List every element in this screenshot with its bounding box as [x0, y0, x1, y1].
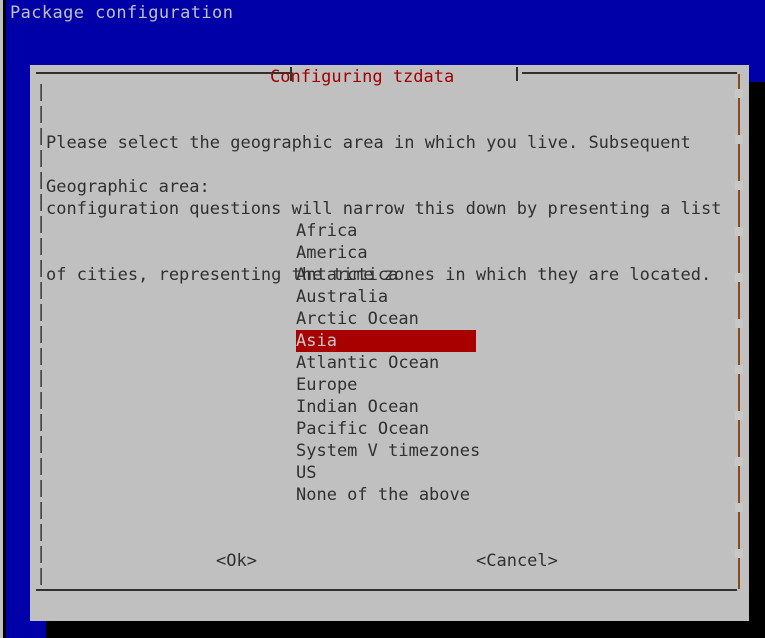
- frame-tick-right: [516, 67, 518, 81]
- frame-bottom-rule: [36, 589, 737, 591]
- menu-item-system-v-timezones[interactable]: System V timezones: [296, 440, 480, 462]
- frame-top-right-rule: [522, 72, 737, 74]
- menu-item-atlantic-ocean[interactable]: Atlantic Ocean: [296, 352, 476, 374]
- frame-top-left-rule: [36, 72, 290, 74]
- ok-button[interactable]: <Ok>: [216, 550, 257, 572]
- rail-notch: [735, 181, 743, 190]
- terminal-left-dark-edge: [3, 0, 6, 638]
- geographic-area-label: Geographic area:: [46, 177, 210, 197]
- backtitle: Package configuration: [10, 3, 234, 23]
- rail-notch: [735, 227, 743, 236]
- rail-notch: [735, 89, 743, 98]
- menu-item-europe[interactable]: Europe: [296, 374, 476, 396]
- rail-notch: [735, 503, 743, 512]
- rail-notch: [735, 273, 743, 282]
- prompt-line: configuration questions will narrow this…: [46, 199, 722, 219]
- rail-notch: [735, 411, 743, 420]
- cancel-button[interactable]: <Cancel>: [476, 550, 558, 572]
- rail-notch: [735, 365, 743, 374]
- menu-item-pacific-ocean[interactable]: Pacific Ocean: [296, 418, 476, 440]
- menu-item-asia[interactable]: Asia: [296, 330, 476, 352]
- menu-item-antarctica[interactable]: Antarctica: [296, 264, 476, 286]
- geographic-area-menu[interactable]: Africa America Antarctica Australia Arct…: [296, 220, 480, 506]
- menu-item-australia[interactable]: Australia: [296, 286, 476, 308]
- terminal-screen: Package configuration | | | | | | | | | …: [0, 0, 765, 638]
- rail-notch: [735, 135, 743, 144]
- menu-item-africa[interactable]: Africa: [296, 220, 476, 242]
- rail-notch: [735, 549, 743, 558]
- menu-item-america[interactable]: America: [296, 242, 476, 264]
- prompt-line: Please select the geographic area in whi…: [46, 133, 691, 153]
- frame-left-bars: | | | | | | | | | | | | | | | | | | | | …: [36, 82, 47, 586]
- menu-item-arctic-ocean[interactable]: Arctic Ocean: [296, 308, 476, 330]
- menu-item-none-of-the-above[interactable]: None of the above: [296, 484, 476, 506]
- rail-notch: [735, 457, 743, 466]
- dialog-title: Configuring tzdata: [270, 67, 455, 87]
- menu-item-us[interactable]: US: [296, 462, 476, 484]
- menu-item-indian-ocean[interactable]: Indian Ocean: [296, 396, 476, 418]
- rail-notch: [735, 319, 743, 328]
